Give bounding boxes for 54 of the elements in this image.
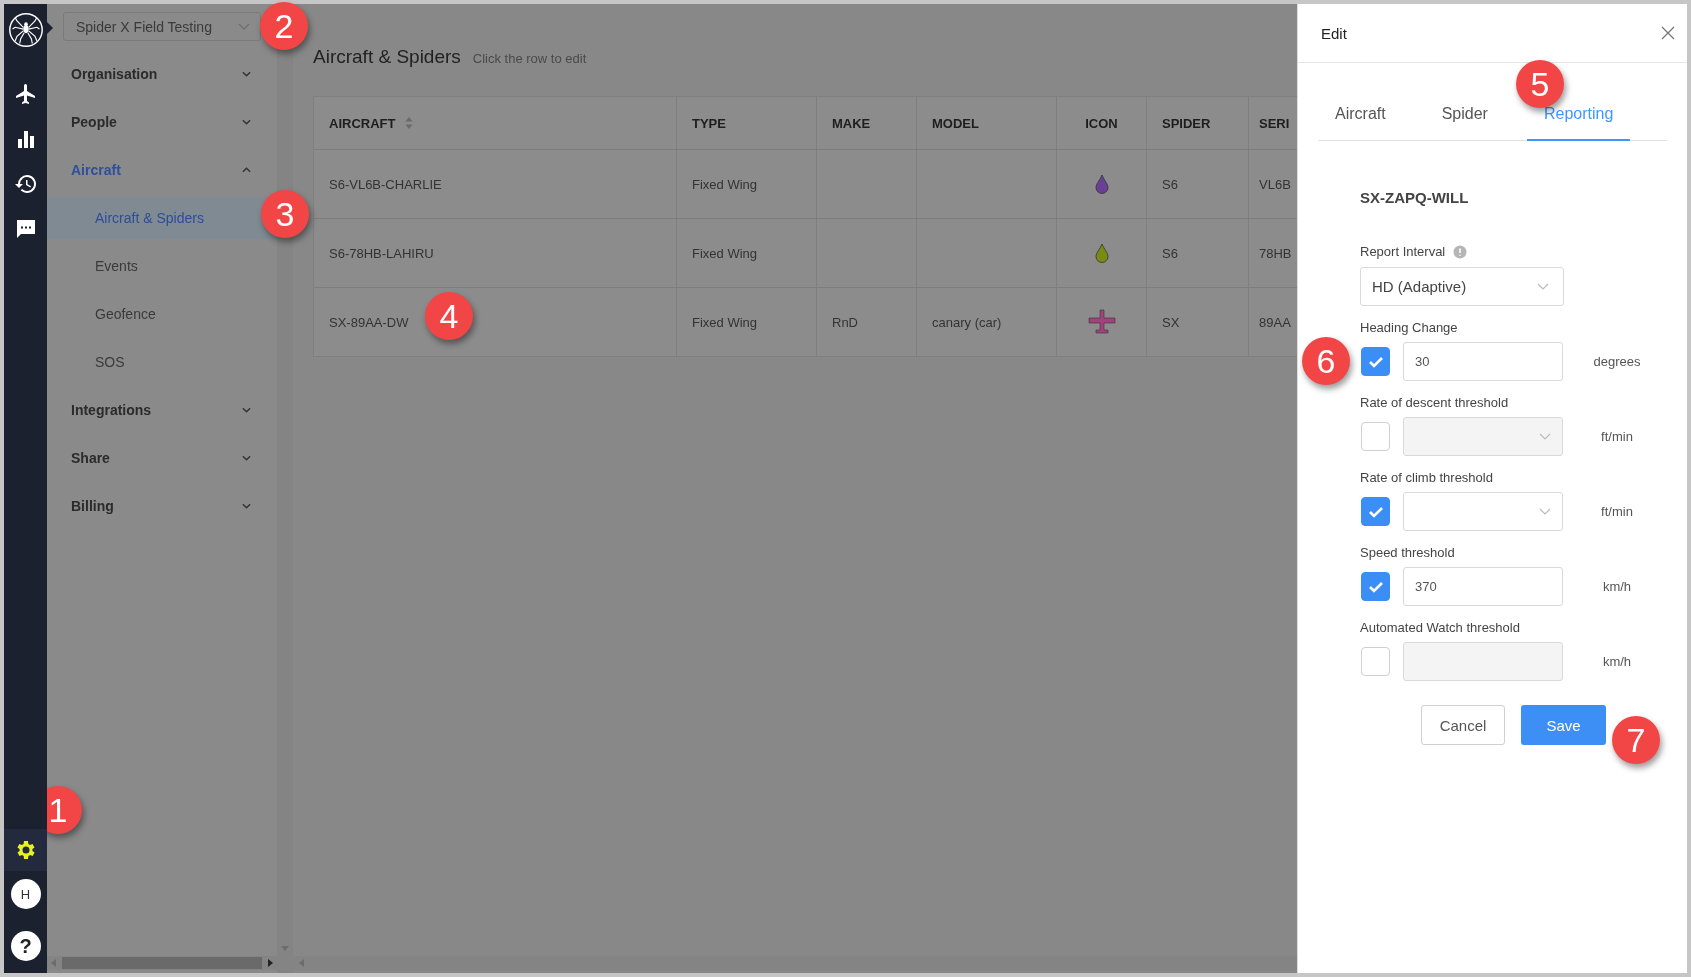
column-header[interactable]: SERI: [1249, 97, 1297, 149]
table-cell: S6-VL6B-CHARLIE: [314, 150, 677, 218]
table-cell: Fixed Wing: [677, 150, 817, 218]
table-cell-text: 78HB: [1258, 244, 1293, 263]
help-button[interactable]: ?: [10, 931, 41, 961]
column-header[interactable]: ICON: [1057, 97, 1147, 149]
table-cell-text: VL6B: [1258, 175, 1292, 194]
field-label: Report Interval: [1360, 244, 1446, 259]
report-interval-select[interactable]: HD (Adaptive): [1360, 267, 1564, 306]
table-cell-text: 89AA: [1258, 313, 1292, 332]
menu-group[interactable]: Integrations: [47, 386, 277, 434]
column-header[interactable]: TYPE: [677, 97, 817, 149]
menu-group[interactable]: Organisation: [47, 50, 277, 98]
save-button[interactable]: Save: [1521, 705, 1606, 745]
column-header[interactable]: SPIDER: [1147, 97, 1249, 149]
page-hint: Click the row to edit: [472, 51, 587, 66]
drawer-title: Edit: [1321, 24, 1347, 42]
user-avatar[interactable]: H: [10, 879, 41, 909]
workspace-select[interactable]: Spider X Field Testing: [63, 12, 261, 41]
table-cell: canary (car): [917, 288, 1057, 356]
unit-label: degrees: [1592, 354, 1642, 369]
field-label: Automated Watch threshold: [1360, 620, 1521, 635]
table-cell: S6: [1147, 219, 1249, 287]
column-header[interactable]: MAKE: [817, 97, 917, 149]
field-label: Rate of descent threshold: [1360, 395, 1510, 410]
aircraft-name: SX-ZAPQ-WILL: [1360, 189, 1470, 206]
table-cell: SX: [1147, 288, 1249, 356]
table-cell: S6: [1147, 150, 1249, 218]
unit-label: km/h: [1601, 579, 1633, 594]
input-field[interactable]: 370: [1403, 567, 1563, 606]
menu-item[interactable]: Geofence: [47, 290, 277, 338]
field-label: Rate of climb threshold: [1360, 470, 1494, 485]
unit-label: ft/min: [1600, 504, 1634, 519]
field-label: Speed threshold: [1360, 545, 1456, 560]
column-header[interactable]: AIRCRAFT: [314, 97, 677, 149]
unit-label: ft/min: [1600, 429, 1634, 444]
table-cell: RnD: [817, 288, 917, 356]
menu-group[interactable]: Share: [47, 434, 277, 482]
tab[interactable]: Spider: [1424, 105, 1505, 141]
table-cell: S6-78HB-LAHIRU: [314, 219, 677, 287]
page-title: Aircraft & Spiders: [313, 46, 461, 68]
table-cell: Fixed Wing: [677, 219, 817, 287]
input-field[interactable]: 30: [1403, 342, 1563, 381]
cancel-button[interactable]: Cancel: [1421, 705, 1505, 745]
menu-item[interactable]: SOS: [47, 338, 277, 386]
tab[interactable]: Aircraft: [1318, 105, 1403, 141]
unit-label: km/h: [1601, 654, 1633, 669]
column-header[interactable]: MODEL: [917, 97, 1057, 149]
menu-group[interactable]: Billing: [47, 482, 277, 530]
field-label: Heading Change: [1360, 320, 1459, 335]
menu-item[interactable]: Events: [47, 242, 277, 290]
table-cell: Fixed Wing: [677, 288, 817, 356]
menu-group[interactable]: People: [47, 98, 277, 146]
menu-item[interactable]: Aircraft & Spiders: [47, 197, 277, 239]
